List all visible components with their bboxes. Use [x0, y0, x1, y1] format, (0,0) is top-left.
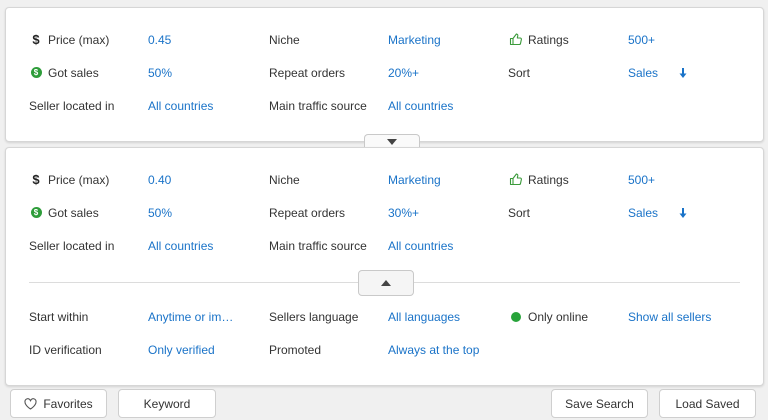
repeat-orders-label: Repeat orders — [269, 66, 346, 80]
filter-row-3: Seller located in All countries Main tra… — [6, 97, 763, 115]
sellers-language-label: Sellers language — [269, 310, 359, 324]
filter-row-1: $ Price (max) 0.40 Niche Marketing Ratin… — [6, 171, 763, 189]
ratings-value-link[interactable]: 500+ — [628, 171, 655, 189]
money-coin-icon: $ — [29, 64, 43, 82]
save-search-button[interactable]: Save Search — [551, 389, 648, 418]
filter-panel-collapsed: $ Price (max) 0.45 Niche Marketing Ratin… — [5, 7, 764, 148]
ratings-label: Ratings — [528, 33, 569, 47]
traffic-source-value-link[interactable]: All countries — [388, 237, 453, 255]
id-verification-label: ID verification — [29, 343, 102, 357]
sales-value-link[interactable]: 50% — [148, 64, 172, 82]
filter-row-1: $ Price (max) 0.45 Niche Marketing Ratin… — [6, 31, 763, 49]
filter-row-2: $ Got sales 50% Repeat orders 30%+ Sort … — [6, 204, 763, 222]
sort-label: Sort — [508, 206, 531, 220]
favorites-label: Favorites — [43, 396, 93, 411]
favorites-button[interactable]: Favorites — [10, 389, 107, 418]
load-saved-button[interactable]: Load Saved — [659, 389, 756, 418]
thumbs-up-icon — [508, 31, 524, 49]
expand-button[interactable] — [364, 134, 420, 148]
price-value-link[interactable]: 0.40 — [148, 171, 171, 189]
location-value-link[interactable]: All countries — [148, 237, 213, 255]
promoted-value-link[interactable]: Always at the top — [388, 341, 479, 359]
sort-label: Sort — [508, 66, 531, 80]
location-label: Seller located in — [29, 99, 115, 113]
arrow-down-icon[interactable] — [678, 204, 688, 222]
filter-row-4: Start within Anytime or imm… Sellers lan… — [6, 308, 763, 326]
niche-value-link[interactable]: Marketing — [388, 31, 441, 49]
filter-row-5: ID verification Only verified Promoted A… — [6, 341, 763, 359]
repeat-orders-value-link[interactable]: 30%+ — [388, 204, 419, 222]
traffic-source-label: Main traffic source — [269, 239, 367, 253]
heart-icon — [24, 397, 37, 410]
load-saved-label: Load Saved — [675, 396, 740, 411]
sort-value-link[interactable]: Sales — [628, 204, 658, 222]
keyword-button[interactable]: Keyword — [118, 389, 216, 418]
niche-label: Niche — [269, 33, 300, 47]
location-value-link[interactable]: All countries — [148, 97, 213, 115]
money-coin-icon: $ — [29, 204, 43, 222]
price-value-link[interactable]: 0.45 — [148, 31, 171, 49]
repeat-orders-label: Repeat orders — [269, 206, 346, 220]
niche-value-link[interactable]: Marketing — [388, 171, 441, 189]
sales-label: Got sales — [48, 206, 99, 220]
sellers-language-value-link[interactable]: All languages — [388, 308, 460, 326]
promoted-label: Promoted — [269, 343, 322, 357]
dollar-icon: $ — [32, 32, 40, 47]
filter-row-3: Seller located in All countries Main tra… — [6, 237, 763, 255]
triangle-down-icon — [387, 138, 397, 145]
thumbs-up-icon — [508, 171, 524, 189]
price-label: Price (max) — [48, 173, 110, 187]
location-label: Seller located in — [29, 239, 115, 253]
price-label: Price (max) — [48, 33, 110, 47]
id-verification-value-link[interactable]: Only verified — [148, 341, 215, 359]
filter-panel-expanded: $ Price (max) 0.40 Niche Marketing Ratin… — [5, 147, 764, 386]
arrow-down-icon[interactable] — [678, 64, 688, 82]
show-all-sellers-link[interactable]: Show all sellers — [628, 308, 711, 326]
start-within-label: Start within — [29, 310, 89, 324]
start-within-value-link[interactable]: Anytime or imm… — [148, 308, 240, 326]
only-online-label[interactable]: Only online — [528, 308, 588, 326]
dollar-icon: $ — [32, 172, 40, 187]
ratings-label: Ratings — [528, 173, 569, 187]
sales-label: Got sales — [48, 66, 99, 80]
ratings-value-link[interactable]: 500+ — [628, 31, 655, 49]
sales-value-link[interactable]: 50% — [148, 204, 172, 222]
repeat-orders-value-link[interactable]: 20%+ — [388, 64, 419, 82]
filter-row-2: $ Got sales 50% Repeat orders 20%+ Sort … — [6, 64, 763, 82]
sort-value-link[interactable]: Sales — [628, 64, 658, 82]
traffic-source-value-link[interactable]: All countries — [388, 97, 453, 115]
collapse-button[interactable] — [358, 270, 414, 296]
online-dot-icon — [508, 308, 524, 326]
keyword-label: Keyword — [143, 396, 191, 411]
triangle-up-icon — [381, 280, 391, 286]
niche-label: Niche — [269, 173, 300, 187]
traffic-source-label: Main traffic source — [269, 99, 367, 113]
save-search-label: Save Search — [565, 396, 634, 411]
